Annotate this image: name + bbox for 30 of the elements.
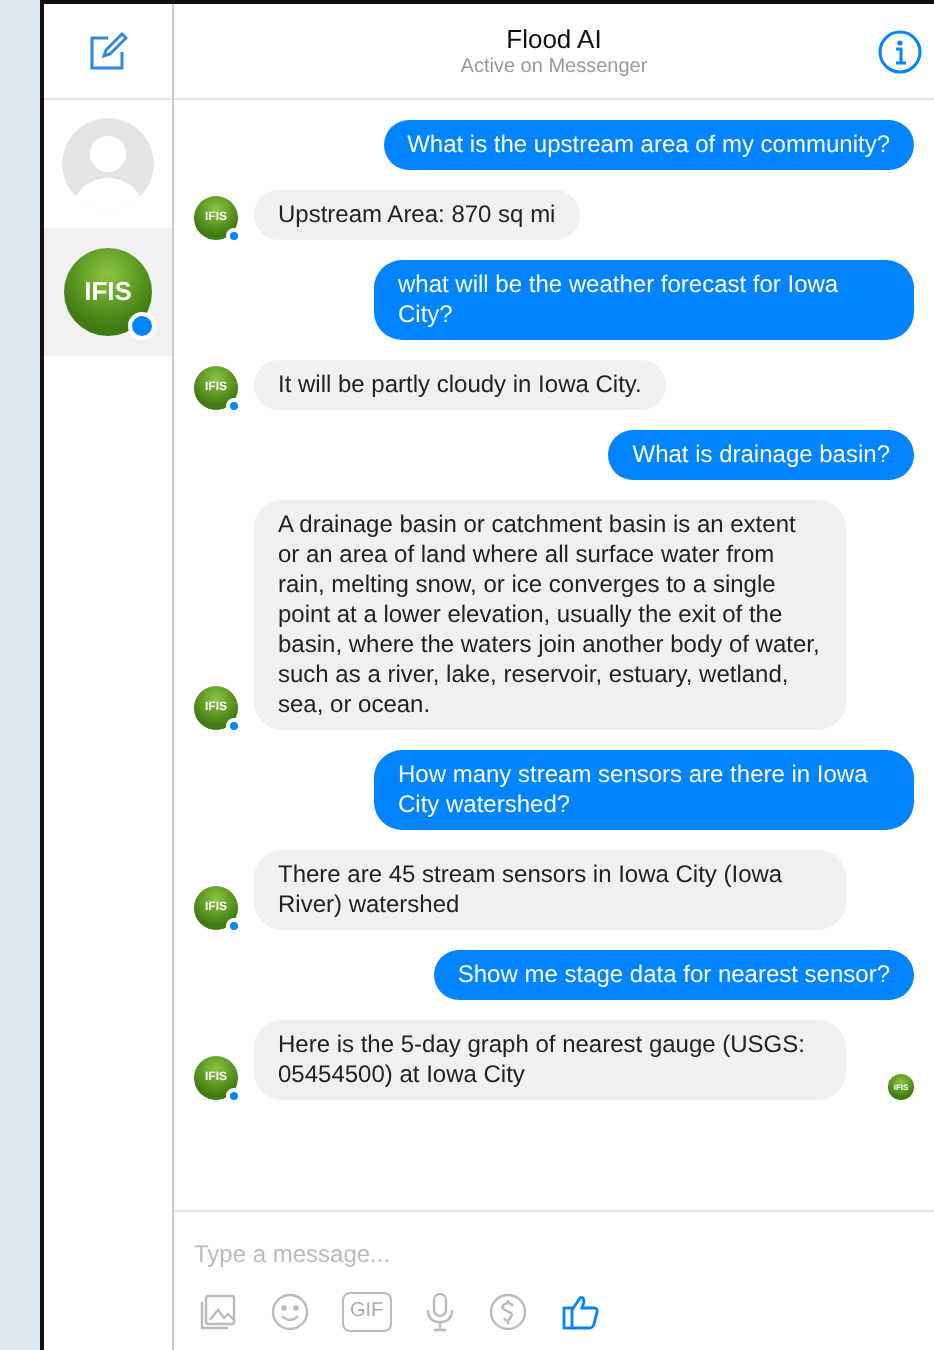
messenger-badge-icon xyxy=(128,312,156,340)
sent-message: How many stream sensors are there in Iowa City watershed? xyxy=(374,750,914,830)
chat-title: Flood AI xyxy=(506,23,602,55)
sent-message: Show me stage data for nearest sensor? xyxy=(433,950,914,1000)
messenger-badge-icon xyxy=(226,918,242,934)
messenger-badge-icon xyxy=(226,718,242,734)
message-input[interactable]: Type a message... xyxy=(194,1236,914,1272)
bot-avatar: IFIS xyxy=(64,248,152,336)
received-message: A drainage basin or catchment basin is an extent or an area of land where all surface water from rain, melting snow, or ice converges to a single point at a lower elevation, usually the exit of the basin, where the waters join another body of water, such as a river, lake, reservoir, estuary, wetland, sea, or ocean. xyxy=(254,500,846,730)
dollar-icon[interactable] xyxy=(487,1292,528,1332)
info-icon[interactable] xyxy=(878,30,922,74)
received-message: Here is the 5-day graph of nearest gauge (USGS: 05454500) at Iowa City xyxy=(254,1020,846,1100)
received-message: There are 45 stream sensors in Iowa City (Iowa River) watershed xyxy=(254,850,846,930)
messenger-badge-icon xyxy=(226,398,242,414)
emoji-icon[interactable] xyxy=(270,1292,310,1332)
conversation-item[interactable]: IFIS xyxy=(44,228,172,356)
person-avatar-icon xyxy=(62,118,154,210)
gif-button[interactable]: GIF xyxy=(342,1292,392,1332)
sent-message: What is the upstream area of my community? xyxy=(383,120,914,170)
sent-message: what will be the weather forecast for Iowa City? xyxy=(374,260,914,340)
microphone-icon[interactable] xyxy=(423,1292,456,1332)
compose-icon[interactable] xyxy=(88,31,128,71)
thumbs-up-icon[interactable] xyxy=(559,1292,604,1332)
received-message: Upstream Area: 870 sq mi xyxy=(254,190,580,240)
status-text: Active on Messenger xyxy=(460,55,648,79)
photo-icon[interactable] xyxy=(198,1292,238,1332)
messenger-badge-icon xyxy=(226,1088,242,1104)
messenger-badge-icon xyxy=(226,228,242,244)
sent-message: What is drainage basin? xyxy=(608,430,914,480)
received-message: It will be partly cloudy in Iowa City. xyxy=(254,360,666,410)
